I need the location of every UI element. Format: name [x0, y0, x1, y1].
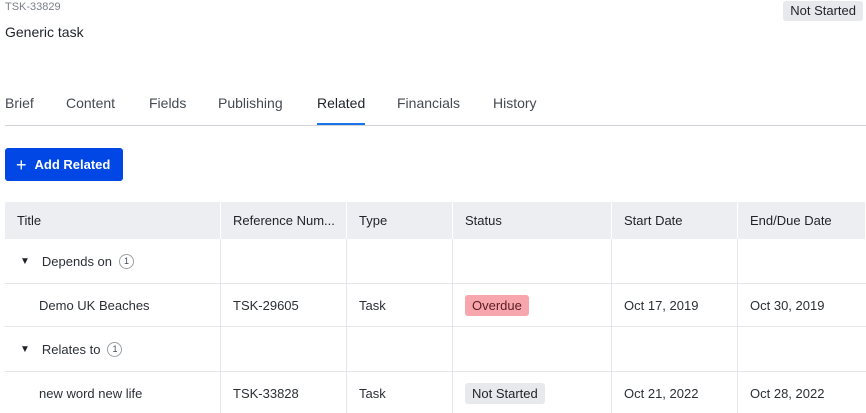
column-header-reference[interactable]: Reference Num... [221, 202, 347, 239]
tab-brief[interactable]: Brief [5, 95, 34, 125]
empty-cell [347, 327, 453, 371]
empty-cell [612, 327, 738, 371]
empty-cell [453, 239, 612, 283]
row-status-cell: Overdue [453, 284, 612, 326]
row-reference: TSK-33828 [221, 372, 347, 413]
add-related-label: Add Related [34, 157, 111, 172]
table-row[interactable]: new word new life TSK-33828 Task Not Sta… [5, 372, 866, 413]
caret-down-icon[interactable]: ▼ [20, 344, 30, 355]
caret-down-icon[interactable]: ▼ [20, 256, 30, 267]
table-header: Title Reference Num... Type Status Start… [5, 202, 866, 239]
tab-related[interactable]: Related [317, 95, 366, 125]
column-header-start-date[interactable]: Start Date [612, 202, 738, 239]
status-badge: Not Started [465, 382, 545, 404]
row-reference: TSK-29605 [221, 284, 347, 326]
column-header-title[interactable]: Title [5, 202, 221, 239]
empty-cell [347, 239, 453, 283]
empty-cell [221, 239, 347, 283]
tab-publishing[interactable]: Publishing [218, 95, 283, 125]
group-label: Relates to [41, 341, 101, 357]
group-row-depends-on[interactable]: ▼ Depends on 1 [5, 239, 866, 284]
empty-cell [221, 327, 347, 371]
task-id: TSK-33829 [5, 1, 61, 13]
group-row-relates-to[interactable]: ▼ Relates to 1 [5, 327, 866, 372]
add-related-button[interactable]: + Add Related [5, 148, 123, 181]
row-title[interactable]: new word new life [5, 372, 221, 413]
row-type: Task [347, 284, 453, 326]
row-title[interactable]: Demo UK Beaches [5, 284, 221, 326]
group-cell: ▼ Relates to 1 [5, 327, 221, 371]
table-row[interactable]: Demo UK Beaches TSK-29605 Task Overdue O… [5, 284, 866, 327]
row-status-cell: Not Started [453, 372, 612, 413]
row-end-date: Oct 30, 2019 [750, 297, 825, 313]
plus-icon: + [16, 154, 27, 175]
row-type: Task [347, 372, 453, 413]
tab-bar: Brief Content Fields Publishing Related … [5, 88, 866, 126]
related-table: Title Reference Num... Type Status Start… [5, 202, 866, 413]
task-detail-page: TSK-33829 Generic task Not Started Brief… [0, 0, 866, 413]
group-count: 1 [107, 341, 123, 357]
task-title: Generic task [5, 24, 84, 40]
row-start-date: Oct 17, 2019 [612, 284, 738, 326]
group-cell: ▼ Depends on 1 [5, 239, 221, 283]
column-header-end-date[interactable]: End/Due Date [738, 202, 866, 239]
empty-cell [453, 327, 612, 371]
group-label: Depends on [41, 253, 113, 269]
row-start-date: Oct 21, 2022 [612, 372, 738, 413]
column-header-status[interactable]: Status [453, 202, 612, 239]
tab-history[interactable]: History [493, 95, 537, 125]
row-end-date: Oct 28, 2022 [750, 385, 825, 401]
tab-fields[interactable]: Fields [149, 95, 186, 125]
empty-cell [612, 239, 738, 283]
tab-financials[interactable]: Financials [397, 95, 460, 125]
column-header-type[interactable]: Type [347, 202, 453, 239]
empty-cell [738, 327, 866, 371]
empty-cell [738, 239, 866, 283]
tab-content[interactable]: Content [66, 95, 115, 125]
task-status-badge[interactable]: Not Started [783, 1, 863, 21]
status-badge: Overdue [465, 294, 529, 316]
group-count: 1 [119, 253, 135, 269]
